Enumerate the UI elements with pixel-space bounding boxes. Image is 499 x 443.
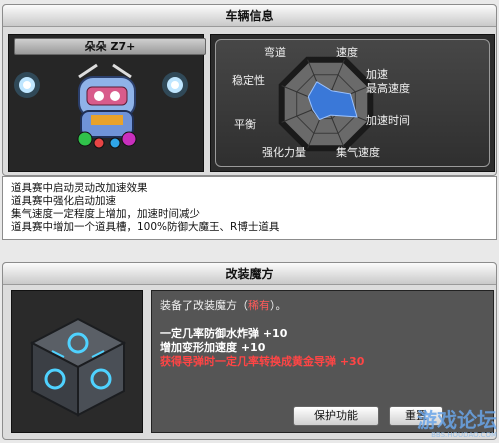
car-image [14, 63, 188, 149]
stat-label-speed: 速度 [336, 46, 358, 59]
description-line: 道具赛中强化启动加速 [11, 195, 116, 207]
vehicle-info-header: 车辆信息 [3, 5, 496, 27]
vehicle-description: 道具赛中启动灵动改加速效果 道具赛中强化启动加速 集气速度一定程度上增加，加速时… [2, 176, 497, 240]
description-line: 道具赛中增加一个道具槽，100%防御大魔王、R博士道具 [11, 221, 280, 233]
equipped-line: 装备了改装魔方（稀有）。 [160, 297, 485, 313]
stat-label-boost-power: 强化力量 [262, 146, 306, 159]
stat-label-accel-time: 加速时间 [366, 114, 410, 127]
equipped-suffix: ）。 [270, 299, 287, 312]
watermark-text: 游戏论坛 [417, 408, 497, 432]
orb-right-icon [162, 72, 188, 98]
watermark-url: BBS.HOUDAO.COM [431, 431, 497, 439]
cube-preview [11, 290, 143, 433]
stat-label-top-speed: 最高速度 [366, 82, 410, 95]
stat-label-charge-speed: 集气速度 [336, 146, 380, 159]
protect-button[interactable]: 保护功能 [293, 406, 379, 426]
effect-line: 增加变形加速度 +10 [160, 341, 266, 354]
description-line: 道具赛中启动灵动改加速效果 [11, 182, 148, 194]
stat-label-balance: 平衡 [234, 118, 256, 131]
stats-frame: 弯道 速度 加速 最高速度 加速时间 集气速度 强化力量 平衡 稳定性 [215, 39, 490, 167]
description-line: 集气速度一定程度上增加，加速时间减少 [11, 208, 200, 220]
car-name-label: 朵朵 Z7+ [14, 38, 206, 55]
effect-line: 一定几率防御水炸弹 +10 [160, 327, 288, 340]
rarity-label: 稀有 [248, 299, 270, 312]
orb-left-icon [14, 72, 40, 98]
magic-cube-header: 改装魔方 [3, 263, 496, 285]
magic-cube-icon [29, 317, 127, 417]
effect-line-red: 获得导弹时一定几率转换成黄金导弹 +30 [160, 355, 365, 368]
stat-label-cornering: 弯道 [264, 46, 286, 59]
equipped-prefix: 装备了改装魔方（ [160, 299, 248, 312]
watermark: 游戏论坛 BBS.HOUDAO.COM [397, 409, 497, 441]
stat-label-stability: 稳定性 [232, 74, 265, 87]
stats-area: 弯道 速度 加速 最高速度 加速时间 集气速度 强化力量 平衡 稳定性 [210, 34, 495, 172]
